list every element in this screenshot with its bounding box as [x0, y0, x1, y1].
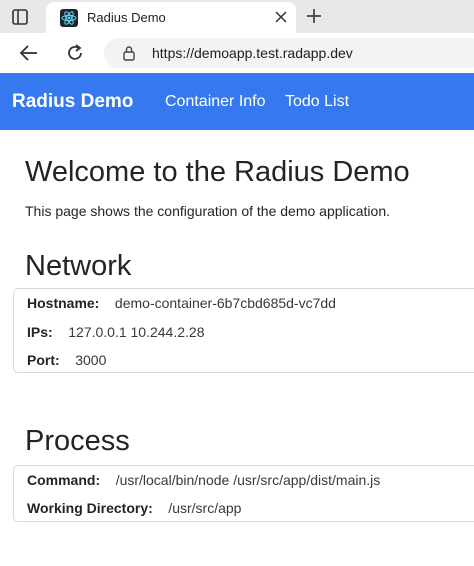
process-card: Command: /usr/local/bin/node /usr/src/ap… [13, 465, 474, 522]
network-card: Hostname: demo-container-6b7cbd685d-vc7d… [13, 288, 474, 373]
command-label: Command: [27, 472, 101, 488]
port-value: 3000 [75, 352, 107, 368]
browser-tab[interactable]: Radius Demo [46, 2, 296, 33]
working-directory-row: Working Directory: /usr/src/app [27, 500, 241, 516]
port-row: Port: 3000 [27, 352, 106, 368]
process-heading: Process [25, 425, 130, 457]
nav-link-container-info[interactable]: Container Info [165, 93, 266, 111]
ips-value: 127.0.0.1 10.244.2.28 [68, 324, 205, 340]
new-tab-plus-icon[interactable] [305, 7, 323, 25]
navbar-brand[interactable]: Radius Demo [12, 91, 133, 113]
working-directory-label: Working Directory: [27, 500, 153, 516]
url-text[interactable]: https://demoapp.test.radapp.dev [152, 45, 353, 61]
browser-toolbar: https://demoapp.test.radapp.dev [0, 33, 474, 73]
app-navbar: Radius Demo Container Info Todo List [0, 73, 474, 130]
lock-icon[interactable] [122, 45, 136, 61]
nav-link-todo-list[interactable]: Todo List [285, 93, 349, 111]
hostname-row: Hostname: demo-container-6b7cbd685d-vc7d… [27, 295, 336, 311]
close-icon[interactable] [274, 10, 288, 24]
command-value: /usr/local/bin/node /usr/src/app/dist/ma… [115, 472, 381, 488]
address-bar[interactable]: https://demoapp.test.radapp.dev [104, 38, 474, 68]
tab-actions-icon[interactable] [10, 7, 30, 27]
tab-title: Radius Demo [87, 10, 166, 25]
port-label: Port: [27, 352, 60, 368]
hostname-value: demo-container-6b7cbd685d-vc7dd [114, 295, 336, 311]
ips-label: IPs: [27, 324, 53, 340]
react-favicon-icon [60, 9, 78, 27]
command-row: Command: /usr/local/bin/node /usr/src/ap… [27, 472, 380, 488]
page-description: This page shows the configuration of the… [25, 203, 391, 219]
network-heading: Network [25, 250, 132, 282]
ips-row: IPs: 127.0.0.1 10.244.2.28 [27, 324, 204, 340]
back-arrow-icon[interactable] [18, 42, 40, 64]
hostname-label: Hostname: [27, 295, 100, 311]
page-title: Welcome to the Radius Demo [25, 156, 410, 188]
reload-icon[interactable] [64, 42, 86, 64]
browser-tab-strip: Radius Demo [0, 0, 474, 33]
working-directory-value: /usr/src/app [168, 500, 242, 516]
